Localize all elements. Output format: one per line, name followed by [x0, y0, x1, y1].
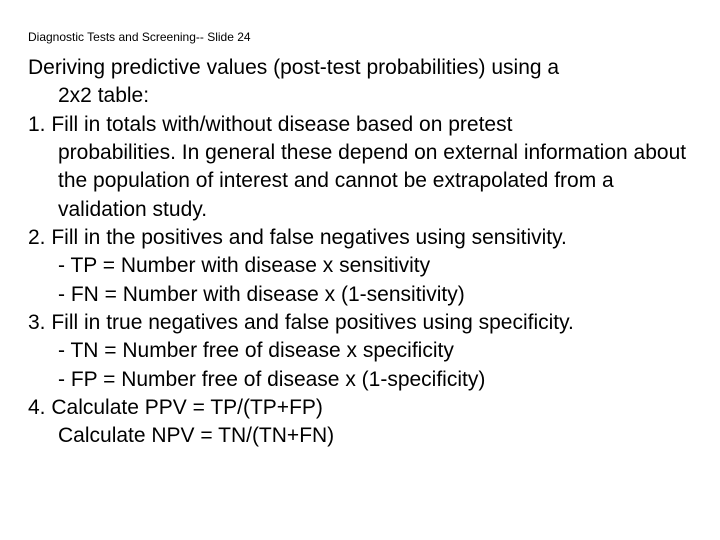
item-sub: Calculate NPV = TN/(TN+FN) — [28, 422, 692, 450]
list-item: 1. Fill in totals with/without disease b… — [28, 111, 692, 224]
item-text-rest: probabilities. In general these depend o… — [28, 139, 692, 224]
list-item: 3. Fill in true negatives and false posi… — [28, 309, 692, 394]
slide-title-line1: Deriving predictive values (post-test pr… — [28, 54, 692, 82]
item-sub: - FN = Number with disease x (1-sensitiv… — [28, 281, 692, 309]
item-number: 2. — [28, 226, 46, 249]
item-text-first: Fill in totals with/without disease base… — [51, 113, 512, 136]
item-sub: - FP = Number free of disease x (1-speci… — [28, 366, 692, 394]
slide-header: Diagnostic Tests and Screening-- Slide 2… — [28, 30, 692, 44]
slide-title-line2: 2x2 table: — [28, 82, 692, 110]
item-number: 1. — [28, 113, 46, 136]
item-text-first: Calculate PPV = TP/(TP+FP) — [51, 396, 323, 419]
item-number: 3. — [28, 311, 46, 334]
item-text-first: Fill in true negatives and false positiv… — [51, 311, 574, 334]
item-text-first: Fill in the positives and false negative… — [51, 226, 567, 249]
list-item: 4. Calculate PPV = TP/(TP+FP) Calculate … — [28, 394, 692, 451]
item-number: 4. — [28, 396, 46, 419]
list-item: 2. Fill in the positives and false negat… — [28, 224, 692, 309]
item-sub: - TN = Number free of disease x specific… — [28, 337, 692, 365]
item-sub: - TP = Number with disease x sensitivity — [28, 252, 692, 280]
